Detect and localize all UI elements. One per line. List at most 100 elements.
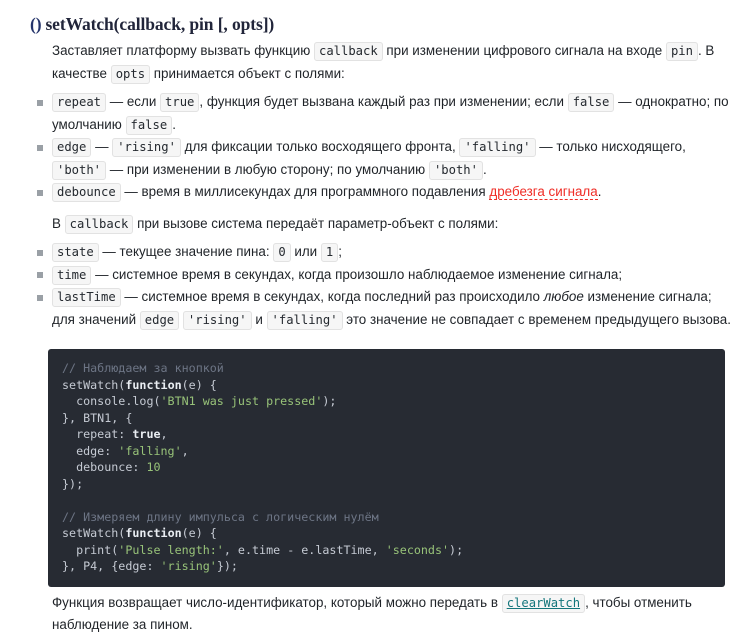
params-list: state — текущее значение пина: 0 или 1; …: [0, 241, 751, 331]
code-token: setWatch(: [62, 377, 126, 392]
code-token: }, P4, {edge:: [62, 559, 161, 573]
intro-text-4: принимается объект с полями:: [150, 65, 345, 81]
params-lasttime-text-1: — системное время в секундах, когда посл…: [120, 289, 544, 304]
inline-code-lasttime: lastTime: [52, 288, 121, 307]
inline-code-pin: pin: [665, 42, 698, 61]
inline-code-callback: callback: [313, 42, 383, 61]
bullet-square-icon: [37, 294, 43, 301]
link-debounce-article[interactable]: дребезга сигнала: [489, 184, 598, 200]
code-token: true: [132, 427, 161, 441]
code-token: 'BTN1 was just pressed': [160, 394, 323, 408]
intro-text-2: при изменении цифрового сигнала на входе: [382, 43, 666, 58]
opts-repeat-text-2: , функция будет вызвана каждый раз при и…: [199, 94, 568, 109]
params-state-text-2: или: [290, 244, 321, 259]
page-title: () setWatch(callback, pin [, opts]): [0, 0, 751, 35]
inline-code-debounce: debounce: [52, 183, 121, 202]
inline-code-falling-2: 'falling': [266, 310, 343, 330]
list-item: edge — 'rising' для фиксации только восх…: [37, 136, 733, 181]
code-token: repeat:: [62, 427, 133, 441]
bullet-square-icon: [37, 144, 43, 151]
code-token: console.log(: [62, 394, 161, 408]
emphasis-lyuboe: любое: [543, 289, 584, 304]
intro-text-1: Заставляет платформу вызвать функцию: [52, 43, 314, 58]
code-token: 'rising': [160, 559, 217, 573]
code-token: // Наблюдаем за кнопкой: [62, 361, 224, 375]
bullet-square-icon: [37, 249, 43, 256]
function-marker-icon: (): [30, 14, 42, 34]
inline-code-both-2: 'both': [428, 160, 483, 180]
outro-paragraph: Функция возвращает число-идентификатор, …: [0, 587, 751, 637]
inline-code-opts: opts: [110, 64, 151, 84]
code-token: 'falling': [118, 443, 182, 458]
code-token: (e) {: [181, 526, 217, 540]
opts-edge-text-4: — при изменении в любую сторону; по умол…: [106, 161, 429, 177]
code-token: });: [216, 559, 238, 573]
function-signature: setWatch(callback, pin [, opts]): [45, 14, 275, 34]
params-lasttime-text-5: это значение не совпадает с временем пре…: [342, 311, 731, 327]
inline-code-zero: 0: [273, 243, 291, 262]
inline-code-rising-2: 'rising': [182, 310, 252, 330]
callback-intro-text-1: В: [52, 215, 65, 231]
inline-code-both-1: 'both': [52, 160, 107, 180]
inline-code-state: state: [52, 243, 99, 262]
params-state-text-3: ;: [338, 244, 342, 259]
code-token: }, BTN1, {: [62, 410, 133, 425]
doc-page: () setWatch(callback, pin [, opts]) Заста…: [0, 0, 751, 632]
code-token: , e.time - e.lastTime,: [223, 542, 386, 557]
code-token: ,: [160, 427, 168, 441]
code-token: function: [125, 526, 182, 540]
bullet-square-icon: [37, 99, 43, 106]
link-clearwatch[interactable]: clearWatch: [501, 593, 586, 613]
inline-code-false-1: false: [567, 93, 615, 112]
code-token: setWatch(: [62, 526, 126, 540]
opts-repeat-text-1: — если: [106, 94, 161, 109]
list-item: repeat — если true, функция будет вызван…: [37, 91, 733, 136]
inline-code-falling: 'falling': [459, 138, 536, 157]
inline-code-time: time: [52, 265, 92, 285]
code-token: });: [62, 476, 84, 491]
params-lasttime-text-4: и: [251, 311, 267, 327]
list-item: debounce — время в миллисекундах для про…: [37, 181, 733, 204]
params-time-text-1: — системное время в секундах, когда прои…: [91, 266, 623, 282]
opts-debounce-text-1: — время в миллисекундах для программного…: [120, 184, 490, 199]
list-item: time — системное время в секундах, когда…: [37, 264, 733, 287]
callback-intro-paragraph: В callback при вызове система передаёт п…: [0, 204, 751, 236]
code-token: debounce:: [62, 460, 147, 474]
inline-code-one: 1: [320, 243, 339, 262]
list-item: lastTime — системное время в секундах, к…: [37, 286, 733, 331]
inline-code-callback-2: callback: [64, 214, 134, 234]
code-token: 'Pulse length:': [118, 542, 224, 557]
outro-text-1: Функция возвращает число-идентификатор, …: [52, 594, 502, 610]
opts-edge-text-5: .: [482, 161, 487, 177]
params-state-text-1: — текущее значение пина:: [98, 244, 274, 259]
intro-paragraph: Заставляет платформу вызвать функцию cal…: [0, 35, 751, 85]
callback-intro-text-2: при вызове система передаёт параметр-объ…: [133, 215, 499, 231]
list-item: state — текущее значение пина: 0 или 1;: [37, 241, 733, 264]
code-block[interactable]: // Наблюдаем за кнопкой setWatch(functio…: [48, 349, 725, 587]
code-token: // Измеряем длину импульса с логическим …: [62, 509, 379, 524]
opts-debounce-text-2: .: [597, 184, 602, 199]
code-token: 10: [146, 460, 161, 474]
opts-edge-text-3: — только нисходящего,: [535, 139, 686, 154]
code-token: ,: [181, 443, 189, 458]
code-token: );: [449, 542, 464, 557]
inline-code-rising: 'rising': [112, 138, 181, 157]
code-token: (e) {: [181, 377, 217, 392]
code-token: function: [125, 377, 182, 392]
code-token: 'seconds': [385, 542, 450, 557]
inline-code-edge-2: edge: [139, 310, 180, 330]
inline-code-false-2: false: [125, 115, 173, 135]
code-token: );: [322, 394, 337, 408]
code-block-content: // Наблюдаем за кнопкой setWatch(functio…: [48, 360, 725, 575]
code-token: edge:: [62, 443, 119, 458]
opts-list: repeat — если true, функция будет вызван…: [0, 91, 751, 204]
code-token: print(: [62, 542, 119, 557]
bullet-square-icon: [37, 272, 43, 278]
inline-code-repeat: repeat: [52, 93, 107, 112]
opts-repeat-text-4: .: [172, 116, 176, 132]
inline-code-edge: edge: [52, 138, 92, 157]
inline-code-true: true: [160, 93, 200, 112]
opts-edge-text-2: для фиксации только восходящего фронта,: [180, 139, 460, 154]
bullet-square-icon: [37, 189, 43, 196]
opts-edge-text-1: —: [91, 139, 113, 154]
